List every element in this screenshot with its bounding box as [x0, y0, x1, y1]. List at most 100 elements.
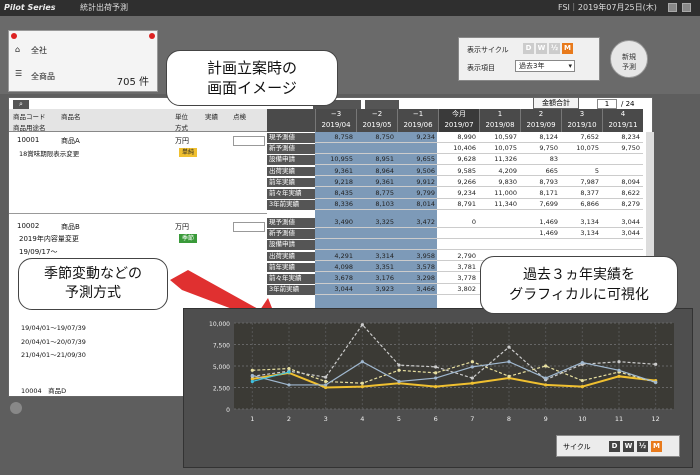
- item-select[interactable]: 過去3年 ▾: [515, 60, 575, 72]
- p1-value-cell[interactable]: 8,234: [602, 133, 643, 143]
- method-badge: 単純: [179, 148, 198, 157]
- p1-value-cell[interactable]: 665: [520, 166, 561, 177]
- p2-value-cell[interactable]: [438, 240, 479, 250]
- p1-value-cell[interactable]: 5: [561, 166, 602, 177]
- p2-value-cell[interactable]: 2,790: [438, 251, 479, 262]
- p2-value-cell[interactable]: 3,781: [438, 262, 479, 273]
- p2-value-cell[interactable]: 3,134: [561, 229, 602, 239]
- p1-value-cell[interactable]: 10,597: [479, 133, 520, 143]
- p1-value-cell[interactable]: 6,866: [561, 200, 602, 210]
- cycle-label: 表示サイクル: [467, 46, 509, 54]
- data-point: [507, 360, 511, 364]
- settings-icon[interactable]: [10, 402, 22, 414]
- month-header: −1 2019/06: [397, 109, 438, 132]
- p1-value-cell[interactable]: 4,209: [479, 166, 520, 177]
- p1-value-cell[interactable]: 8,124: [520, 133, 561, 143]
- cycle-day-button[interactable]: D: [523, 43, 534, 54]
- p2-value-cell: 3,298: [397, 274, 438, 284]
- cycle-week-button[interactable]: W: [536, 43, 547, 54]
- p1-value-cell: 8,336: [315, 200, 356, 210]
- cycle-month-button[interactable]: M: [562, 43, 573, 54]
- p2-value-cell[interactable]: 0: [438, 218, 479, 228]
- p1-value-cell[interactable]: 7,699: [520, 200, 561, 210]
- home-icon[interactable]: ⌂: [15, 45, 20, 54]
- cycle-bar: サイクル D W ½ M: [556, 435, 680, 457]
- x-tick-label: 4: [360, 415, 364, 423]
- x-tick-label: 9: [544, 415, 548, 423]
- p2-value-cell[interactable]: 1,469: [520, 218, 561, 228]
- cycle-day-button[interactable]: D: [609, 441, 620, 452]
- p2-value-cell[interactable]: 3,044: [602, 218, 643, 228]
- p1-value-cell[interactable]: 10,406: [438, 144, 479, 154]
- close-icon[interactable]: [682, 3, 691, 12]
- cycle-half-button[interactable]: ½: [549, 43, 560, 54]
- data-point: [470, 376, 474, 380]
- p2-value-cell: [315, 240, 356, 250]
- p1-value-cell[interactable]: 8,791: [438, 200, 479, 210]
- new-forecast-button[interactable]: 新規 予測: [610, 40, 648, 78]
- minimize-icon[interactable]: [668, 3, 677, 12]
- p1-value-cell[interactable]: 11,326: [479, 155, 520, 165]
- p2-value-cell[interactable]: [602, 240, 643, 250]
- p1-value-cell[interactable]: [561, 155, 602, 165]
- p1-value-cell[interactable]: 8,377: [561, 189, 602, 199]
- p1-value-cell[interactable]: 10,075: [561, 144, 602, 154]
- chart-window: 10,000 7,500 5,000 2,500 0 1 2 3 4 5 6 7 8 9 10 11 12 サイ…: [183, 308, 693, 468]
- p1-value-cell[interactable]: 83: [520, 155, 561, 165]
- data-point: [617, 368, 621, 372]
- data-point: [544, 376, 548, 380]
- p1-value-cell: 9,361: [356, 178, 397, 188]
- p2-value-cell[interactable]: 1,469: [520, 229, 561, 239]
- p2-value-cell[interactable]: [479, 218, 520, 228]
- check-field[interactable]: [233, 136, 265, 146]
- p2-value-cell[interactable]: [479, 229, 520, 239]
- p1-value-cell[interactable]: [602, 166, 643, 177]
- p2-value-cell[interactable]: 3,044: [602, 229, 643, 239]
- amount-total-button[interactable]: 金額合計: [533, 97, 579, 109]
- p2-value-cell[interactable]: [479, 240, 520, 250]
- p1-value-cell[interactable]: 9,750: [602, 144, 643, 154]
- p1-value-cell[interactable]: 9,628: [438, 155, 479, 165]
- page-input[interactable]: 1: [597, 99, 617, 109]
- cycle-week-button[interactable]: W: [623, 441, 634, 452]
- page-nav-next[interactable]: [365, 100, 399, 109]
- check-field[interactable]: [233, 222, 265, 232]
- p1-value-cell[interactable]: 9,750: [520, 144, 561, 154]
- month-header: −3 2019/04: [315, 109, 356, 132]
- p1-value-cell[interactable]: 9,266: [438, 177, 479, 188]
- list-icon[interactable]: ☰: [15, 69, 22, 78]
- p2-value-cell[interactable]: 3,134: [561, 218, 602, 228]
- method-badge: 季節: [179, 234, 198, 243]
- p1-value-cell[interactable]: 8,094: [602, 177, 643, 188]
- row-label: 3年前実績: [267, 200, 315, 210]
- p1-value-cell[interactable]: 7,987: [561, 177, 602, 188]
- p1-value-cell[interactable]: 9,585: [438, 166, 479, 177]
- season-range: 20/04/01〜20/07/39: [21, 338, 86, 346]
- p1-value-cell[interactable]: 9,234: [438, 189, 479, 199]
- p1-value-cell[interactable]: 8,793: [520, 177, 561, 188]
- search-icon[interactable]: ⌕: [13, 100, 29, 109]
- data-point: [544, 383, 548, 387]
- product-row[interactable]: [9, 132, 267, 214]
- p2-value-cell: 3,958: [397, 252, 438, 262]
- p1-value-cell[interactable]: 11,000: [479, 189, 520, 199]
- p2-value-cell[interactable]: 3,802: [438, 285, 479, 295]
- p1-value-cell[interactable]: 8,990: [438, 133, 479, 143]
- y-tick-label: 7,500: [213, 343, 230, 350]
- p2-value-cell[interactable]: [520, 240, 561, 250]
- p1-value-cell[interactable]: 10,075: [479, 144, 520, 154]
- p1-value-cell[interactable]: 11,340: [479, 200, 520, 210]
- cycle-half-button[interactable]: ½: [637, 441, 648, 452]
- p2-value-cell[interactable]: 3,778: [438, 274, 479, 284]
- p2-value-cell[interactable]: [561, 240, 602, 250]
- p1-value-cell[interactable]: 8,279: [602, 200, 643, 210]
- p1-value-cell[interactable]: [602, 155, 643, 165]
- p1-value-cell[interactable]: 8,622: [602, 189, 643, 199]
- p1-value-cell[interactable]: 7,652: [561, 133, 602, 143]
- p1-value-cell[interactable]: 9,830: [479, 177, 520, 188]
- cycle-month-button[interactable]: M: [651, 441, 662, 452]
- p1-value-cell[interactable]: 8,171: [520, 189, 561, 199]
- p1-value-cell: [397, 144, 438, 154]
- p2-value-cell[interactable]: [438, 229, 479, 239]
- label-col-header: [267, 109, 322, 132]
